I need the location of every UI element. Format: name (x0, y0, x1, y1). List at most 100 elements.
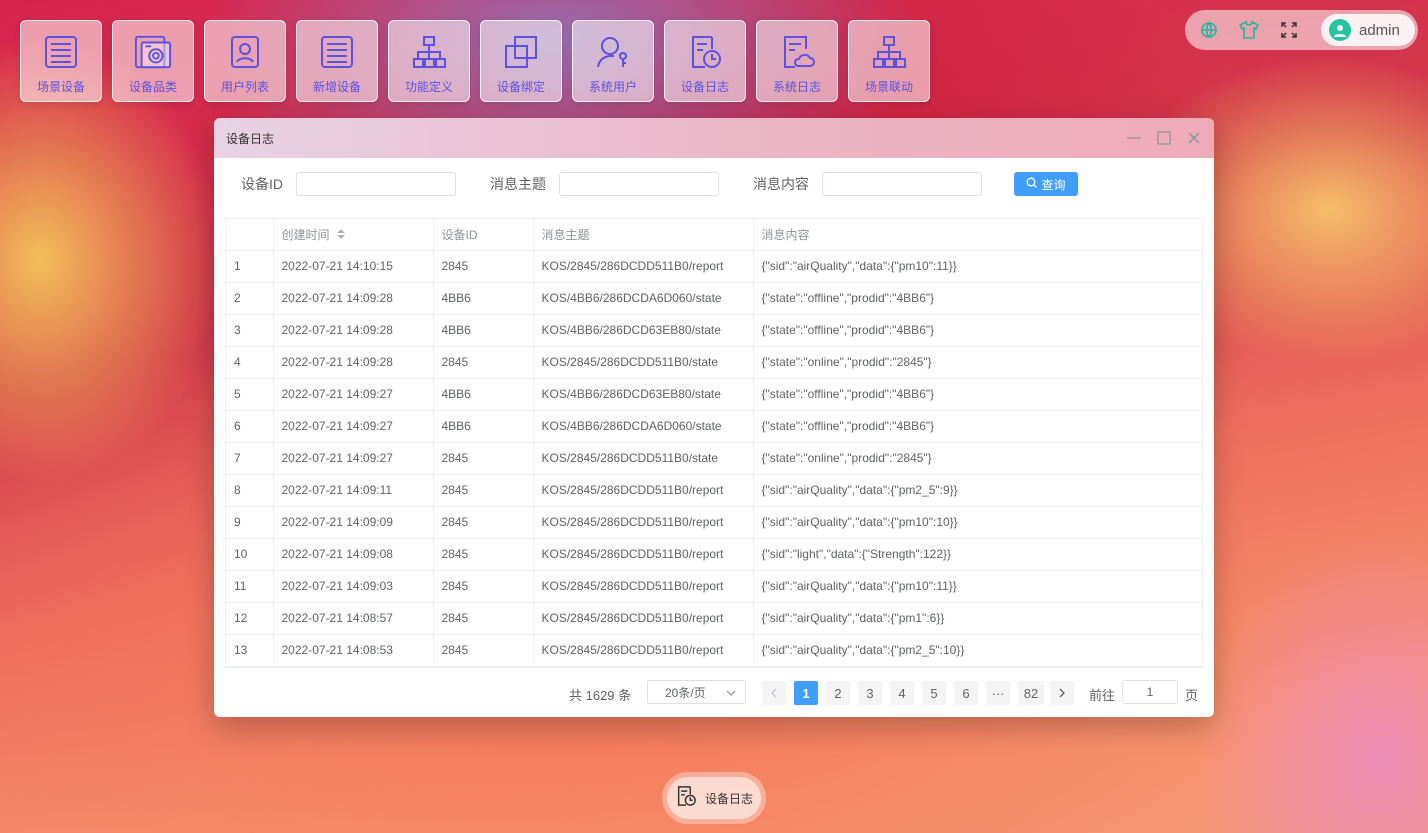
maximize-icon[interactable] (1156, 130, 1172, 146)
search-bar: 设备ID 消息主题 消息内容 查询 (214, 158, 1214, 210)
topic-label: 消息主题 (490, 176, 546, 192)
close-icon[interactable] (1186, 130, 1202, 146)
page-button[interactable]: 1 (794, 681, 818, 705)
page-size-value: 20条/页 (665, 685, 706, 700)
row-index: 6 (226, 410, 274, 443)
table-row[interactable]: 13 2022-07-21 14:08:53 2845 KOS/2845/286DCD… (226, 634, 1202, 667)
row-index: 8 (226, 474, 274, 507)
page-button[interactable]: 82 (1018, 681, 1044, 705)
row-topic: KOS/2845/286DCDD511B0/report (533, 506, 754, 539)
desktop-icon-system-logs[interactable]: 系统日志 (756, 20, 838, 102)
row-topic: KOS/2845/286DCDD511B0/report (533, 634, 754, 667)
table-header: 创建时间 设备ID 消息主题 消息内容 (226, 219, 1202, 251)
row-index: 13 (226, 634, 274, 667)
row-topic: KOS/2845/286DCDD511B0/report (533, 250, 754, 283)
col-device-id: 设备ID (433, 219, 534, 251)
desktop-icon-user-list[interactable]: 用户列表 (204, 20, 286, 102)
row-created-time: 2022-07-21 14:09:11 (273, 474, 434, 507)
table-row[interactable]: 12 2022-07-21 14:08:57 2845 KOS/2845/286DCD… (226, 602, 1202, 635)
content-label: 消息内容 (753, 176, 809, 192)
page-button[interactable]: 6 (954, 681, 978, 705)
row-created-time: 2022-07-21 14:09:28 (273, 346, 434, 379)
hierarchy-icon (870, 33, 908, 71)
desktop-icon-label: 系统日志 (772, 80, 821, 94)
table-row[interactable]: 9 2022-07-21 14:09:09 2845 KOS/2845/286DCDD… (226, 506, 1202, 539)
prev-page-button[interactable] (762, 681, 786, 705)
table-row[interactable]: 11 2022-07-21 14:09:03 2845 KOS/2845/286DCD… (226, 570, 1202, 603)
query-button[interactable]: 查询 (1014, 172, 1078, 196)
page-button[interactable]: 5 (922, 681, 946, 705)
user-menu[interactable]: admin (1321, 14, 1415, 46)
query-button-label: 查询 (1041, 177, 1066, 192)
page-button[interactable]: 4 (890, 681, 914, 705)
row-index: 4 (226, 346, 274, 379)
window-titlebar[interactable]: 设备日志 (214, 118, 1214, 158)
row-content: {"sid":"airQuality","data":{"pm10":10}} (753, 506, 1202, 539)
table-row[interactable]: 7 2022-07-21 14:09:27 2845 KOS/2845/286DCDD… (226, 442, 1202, 475)
window-controls (1126, 130, 1202, 146)
row-index: 1 (226, 250, 274, 283)
globe-icon[interactable] (1199, 20, 1219, 40)
page-size-select[interactable]: 20条/页 (647, 680, 746, 704)
device-log-window: 设备日志 设备ID 消息主题 消息内容 查询 创建时间 设备ID 消息主题 消息… (214, 118, 1214, 717)
doc-cloud-icon (778, 33, 816, 71)
row-topic: KOS/2845/286DCDD511B0/report (533, 602, 754, 635)
desktop-icon-add-device[interactable]: 新增设备 (296, 20, 378, 102)
row-topic: KOS/2845/286DCDD511B0/state (533, 442, 754, 475)
table-row[interactable]: 5 2022-07-21 14:09:27 4BB6 KOS/4BB6/286DCD6… (226, 378, 1202, 411)
minimize-icon[interactable] (1126, 130, 1142, 146)
topic-input[interactable] (559, 172, 719, 196)
table-row[interactable]: 10 2022-07-21 14:09:08 2845 KOS/2845/286DCD… (226, 538, 1202, 571)
table-row[interactable]: 8 2022-07-21 14:09:11 2845 KOS/2845/286DCDD… (226, 474, 1202, 507)
goto-page-input[interactable] (1122, 680, 1178, 704)
fullscreen-icon[interactable] (1279, 20, 1299, 40)
search-icon (1026, 177, 1038, 191)
row-device-id: 4BB6 (433, 410, 534, 443)
row-content: {"state":"offline","prodid":"4BB6"} (753, 378, 1202, 411)
col-created-time[interactable]: 创建时间 (273, 219, 434, 251)
row-created-time: 2022-07-21 14:09:27 (273, 442, 434, 475)
user-card-icon (226, 33, 264, 71)
desktop-icon-label: 设备绑定 (496, 80, 545, 94)
row-index: 2 (226, 282, 274, 315)
taskbar-item-label: 设备日志 (704, 791, 753, 806)
row-created-time: 2022-07-21 14:09:27 (273, 378, 434, 411)
copy-icon (502, 33, 540, 71)
content-input[interactable] (822, 172, 982, 196)
shirt-icon[interactable] (1239, 20, 1259, 40)
page-button[interactable]: 3 (858, 681, 882, 705)
page-button[interactable]: 2 (826, 681, 850, 705)
row-device-id: 2845 (433, 570, 534, 603)
row-created-time: 2022-07-21 14:09:28 (273, 282, 434, 315)
desktop-icon-device-logs[interactable]: 设备日志 (664, 20, 746, 102)
doc-clock-icon (675, 785, 697, 812)
table-row[interactable]: 2 2022-07-21 14:09:28 4BB6 KOS/4BB6/286DCDA… (226, 282, 1202, 315)
table-row[interactable]: 4 2022-07-21 14:09:28 2845 KOS/2845/286DCDD… (226, 346, 1202, 379)
desktop-icon-scene-linkage[interactable]: 场景联动 (848, 20, 930, 102)
taskbar-item-device-logs[interactable]: 设备日志 (667, 777, 761, 819)
sort-icon[interactable] (336, 228, 346, 243)
row-content: {"state":"offline","prodid":"4BB6"} (753, 282, 1202, 315)
table-row[interactable]: 3 2022-07-21 14:09:28 4BB6 KOS/4BB6/286DCD6… (226, 314, 1202, 347)
pager-total: 共 1629 条 (569, 688, 632, 703)
row-device-id: 2845 (433, 506, 534, 539)
more-pages-button[interactable]: ··· (986, 681, 1010, 705)
row-device-id: 4BB6 (433, 314, 534, 347)
desktop-icon-function-definition[interactable]: 功能定义 (388, 20, 470, 102)
row-content: {"sid":"airQuality","data":{"pm1":6}} (753, 602, 1202, 635)
table-row[interactable]: 6 2022-07-21 14:09:27 4BB6 KOS/4BB6/286DCDA… (226, 410, 1202, 443)
next-page-button[interactable] (1050, 681, 1074, 705)
row-topic: KOS/2845/286DCDD511B0/report (533, 474, 754, 507)
device-id-input[interactable] (296, 172, 456, 196)
desktop-icon-scene-devices[interactable]: 场景设备 (20, 20, 102, 102)
desktop-icon-device-categories[interactable]: 设备品类 (112, 20, 194, 102)
table-row[interactable]: 1 2022-07-21 14:10:15 2845 KOS/2845/286DCDD… (226, 250, 1202, 283)
row-content: {"state":"offline","prodid":"4BB6"} (753, 410, 1202, 443)
desktop-icon-device-binding[interactable]: 设备绑定 (480, 20, 562, 102)
desktop-icon-label: 系统用户 (588, 80, 637, 94)
desktop-icon-label: 设备品类 (128, 80, 177, 94)
row-topic: KOS/4BB6/286DCD63EB80/state (533, 378, 754, 411)
desktop-icon-system-users[interactable]: 系统用户 (572, 20, 654, 102)
row-content: {"state":"offline","prodid":"4BB6"} (753, 314, 1202, 347)
row-index: 10 (226, 538, 274, 571)
